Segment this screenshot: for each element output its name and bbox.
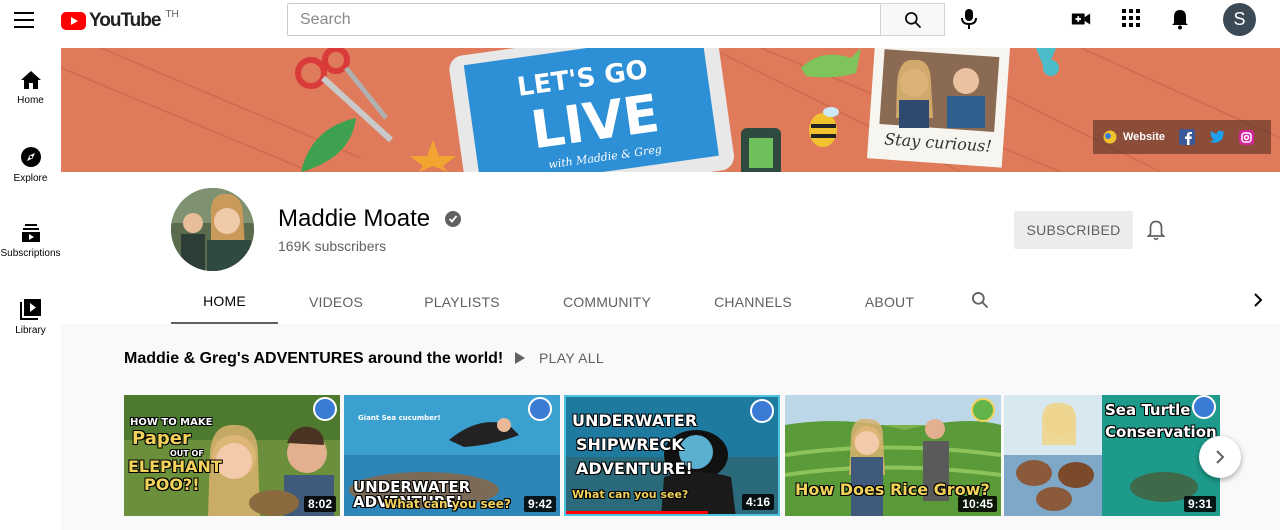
sidebar-item-label: Subscriptions <box>0 248 61 259</box>
thumbnail-overlay-text: Conservation <box>1105 423 1217 441</box>
search-input[interactable] <box>287 3 880 36</box>
channel-avatar[interactable] <box>171 188 254 271</box>
apps-grid-icon <box>1122 9 1140 27</box>
tab-channels[interactable]: CHANNELS <box>699 280 807 324</box>
video-duration: 9:31 <box>1183 496 1216 512</box>
chevron-right-icon <box>1216 450 1225 464</box>
tab-about[interactable]: ABOUT <box>841 280 938 324</box>
video-thumbnail[interactable]: HOW TO MAKE Paper OUT OF ELEPHANT POO?! … <box>124 395 340 516</box>
sidebar-item-subscriptions[interactable]: Subscriptions <box>0 223 61 259</box>
website-link[interactable]: Website <box>1123 131 1165 143</box>
youtube-logo[interactable]: YouTube TH <box>61 8 179 32</box>
play-all-button[interactable]: PLAY ALL <box>514 350 604 366</box>
thumbnail-overlay-text: Giant Sea cucumber! <box>358 414 441 422</box>
video-thumbnail[interactable]: Giant Sea cucumber! UNDERWATER ADVENTURE… <box>344 395 560 516</box>
compass-icon <box>20 147 41 167</box>
sidebar-item-label: Explore <box>13 173 48 184</box>
thumbnail-overlay-text: What can you see? <box>572 488 689 501</box>
instagram-icon[interactable] <box>1238 129 1254 145</box>
banner-links: Website <box>1093 120 1271 154</box>
play-all-label: PLAY ALL <box>539 350 604 366</box>
thumbnail-overlay-text: SHIPWRECK <box>576 435 684 454</box>
tabs-scroll-right-button[interactable] <box>1252 293 1264 312</box>
account-avatar[interactable]: S <box>1223 3 1256 36</box>
website-favicon-icon[interactable] <box>1103 130 1117 144</box>
library-icon <box>19 299 41 320</box>
sidebar-item-library[interactable]: Library <box>0 298 61 336</box>
search-box <box>287 3 945 36</box>
logo-text: YouTube <box>89 10 161 31</box>
facebook-icon[interactable] <box>1178 129 1195 145</box>
video-thumbnail[interactable]: How Does Rice Grow? 10:45 <box>785 395 1001 516</box>
thumbnail-overlay-text: What can you see? <box>384 497 511 511</box>
thumbnail-overlay-text: POO?! <box>144 475 200 494</box>
tab-home[interactable]: HOME <box>171 280 278 324</box>
thumbnail-overlay-text: Sea Turtle <box>1105 401 1191 419</box>
channel-search-button[interactable] <box>970 290 990 315</box>
notifications-button[interactable] <box>1170 8 1190 35</box>
menu-icon[interactable] <box>14 12 34 28</box>
tab-playlists[interactable]: PLAYLISTS <box>409 280 515 324</box>
microphone-icon <box>961 9 977 29</box>
sidebar-item-home[interactable]: Home <box>0 70 61 106</box>
subscribed-button[interactable]: SUBSCRIBED <box>1014 211 1133 249</box>
watch-progress-bar <box>566 511 709 514</box>
sidebar: Home Explore Subscriptions Library <box>0 48 61 530</box>
sidebar-item-label: Library <box>15 325 46 336</box>
tab-videos[interactable]: VIDEOS <box>293 280 379 324</box>
tab-community[interactable]: COMMUNITY <box>549 280 665 324</box>
chevron-right-icon <box>1254 293 1263 307</box>
create-video-button[interactable] <box>1070 8 1092 35</box>
search-button[interactable] <box>880 3 945 36</box>
video-thumbnail[interactable]: Sea Turtle Conservation 9:31 <box>1004 395 1220 516</box>
verified-badge-icon <box>445 211 461 227</box>
home-icon <box>20 71 41 89</box>
bell-outline-icon <box>1146 220 1166 241</box>
logo-country-code: TH <box>165 8 179 20</box>
channel-notifications-button[interactable] <box>1146 219 1166 246</box>
search-icon <box>904 11 921 28</box>
voice-search-button[interactable] <box>957 7 981 31</box>
thumbnail-overlay-text: HOW TO MAKE <box>130 417 213 428</box>
thumbnail-overlay-text: ADVENTURE! <box>576 459 693 478</box>
video-duration: 9:42 <box>523 496 556 512</box>
sidebar-item-label: Home <box>17 95 44 106</box>
video-thumbnail[interactable]: UNDERWATER SHIPWRECK ADVENTURE! What can… <box>564 395 780 516</box>
thumbnail-overlay-text: ELEPHANT <box>128 457 222 476</box>
play-icon <box>515 352 525 364</box>
video-duration: 8:02 <box>303 496 336 512</box>
apps-button[interactable] <box>1121 8 1141 33</box>
subscriber-count: 169K subscribers <box>278 238 387 254</box>
subscriptions-icon <box>21 224 40 242</box>
bell-icon <box>1172 10 1188 30</box>
channel-header: Maddie Moate 169K subscribers SUBSCRIBED… <box>61 172 1280 324</box>
thumbnail-overlay-text: UNDERWATER <box>572 411 698 430</box>
shelf-next-button[interactable] <box>1199 436 1241 478</box>
video-duration: 4:16 <box>741 494 774 510</box>
video-duration: 10:45 <box>958 496 997 512</box>
channel-banner: LET'S GO LIVE with Maddie & Greg Stay cu… <box>61 48 1280 172</box>
channel-name: Maddie Moate <box>278 205 431 232</box>
channel-avatar-image <box>171 188 254 271</box>
search-icon <box>972 292 989 309</box>
video-camera-add-icon <box>1071 13 1091 25</box>
twitter-icon[interactable] <box>1208 130 1225 144</box>
youtube-play-icon <box>61 12 86 30</box>
sidebar-item-explore[interactable]: Explore <box>0 146 61 184</box>
shelf-title[interactable]: Maddie & Greg's ADVENTURES around the wo… <box>124 350 503 368</box>
thumbnail-overlay-text: Paper <box>132 428 191 449</box>
top-bar: YouTube TH Search S <box>0 0 1280 48</box>
